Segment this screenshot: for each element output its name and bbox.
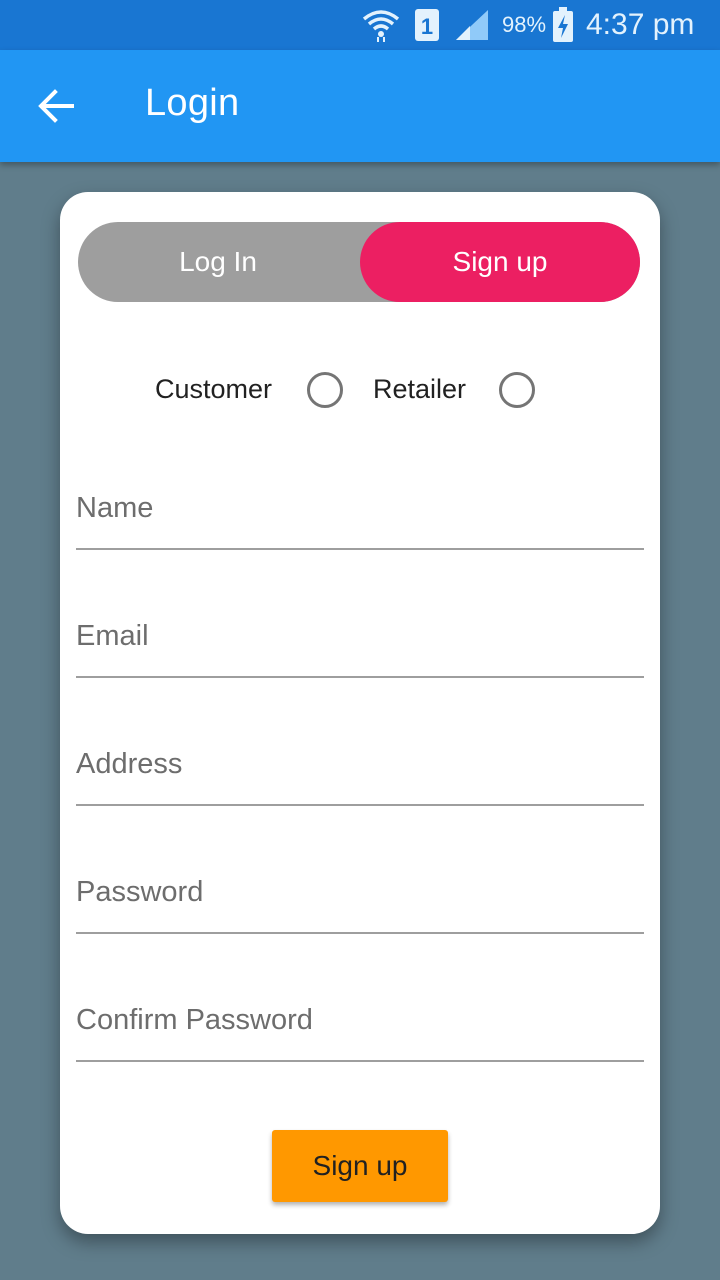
signal-icon bbox=[454, 0, 492, 50]
email-field-container bbox=[76, 588, 644, 678]
email-field[interactable] bbox=[76, 612, 644, 660]
address-field-container bbox=[76, 716, 644, 806]
app-bar: Login bbox=[0, 50, 720, 162]
password-field[interactable] bbox=[76, 868, 644, 916]
clock: 4:37 pm bbox=[586, 8, 695, 41]
name-field[interactable] bbox=[76, 484, 644, 532]
confirm-password-field[interactable] bbox=[76, 996, 644, 1044]
battery-percent: 98% bbox=[502, 12, 547, 37]
customer-radio[interactable] bbox=[307, 372, 343, 408]
page-title: Login bbox=[145, 82, 240, 124]
sim-icon: 1 bbox=[414, 0, 442, 50]
retailer-label: Retailer bbox=[373, 374, 467, 404]
confirm-password-field-container bbox=[76, 972, 644, 1062]
retailer-radio[interactable] bbox=[499, 372, 535, 408]
tab-signup[interactable]: Sign up bbox=[360, 222, 640, 302]
auth-toggle: Log In Sign up bbox=[78, 222, 640, 302]
name-field-container bbox=[76, 460, 644, 550]
wifi-icon bbox=[362, 0, 402, 50]
arrow-back-icon bbox=[38, 89, 74, 123]
tab-login[interactable]: Log In bbox=[78, 222, 358, 302]
status-bar: 1 98% 4:37 pm bbox=[0, 0, 720, 50]
sign-up-button[interactable]: Sign up bbox=[272, 1130, 448, 1202]
battery-charging-icon bbox=[552, 0, 576, 50]
address-field[interactable] bbox=[76, 740, 644, 788]
customer-label: Customer bbox=[155, 374, 273, 404]
sim-slot-number: 1 bbox=[421, 14, 433, 39]
auth-card: Log In Sign up Customer Retailer Sign up bbox=[60, 192, 660, 1234]
role-selector: Customer Retailer bbox=[60, 366, 660, 414]
password-field-container bbox=[76, 844, 644, 934]
back-button[interactable] bbox=[24, 76, 88, 136]
